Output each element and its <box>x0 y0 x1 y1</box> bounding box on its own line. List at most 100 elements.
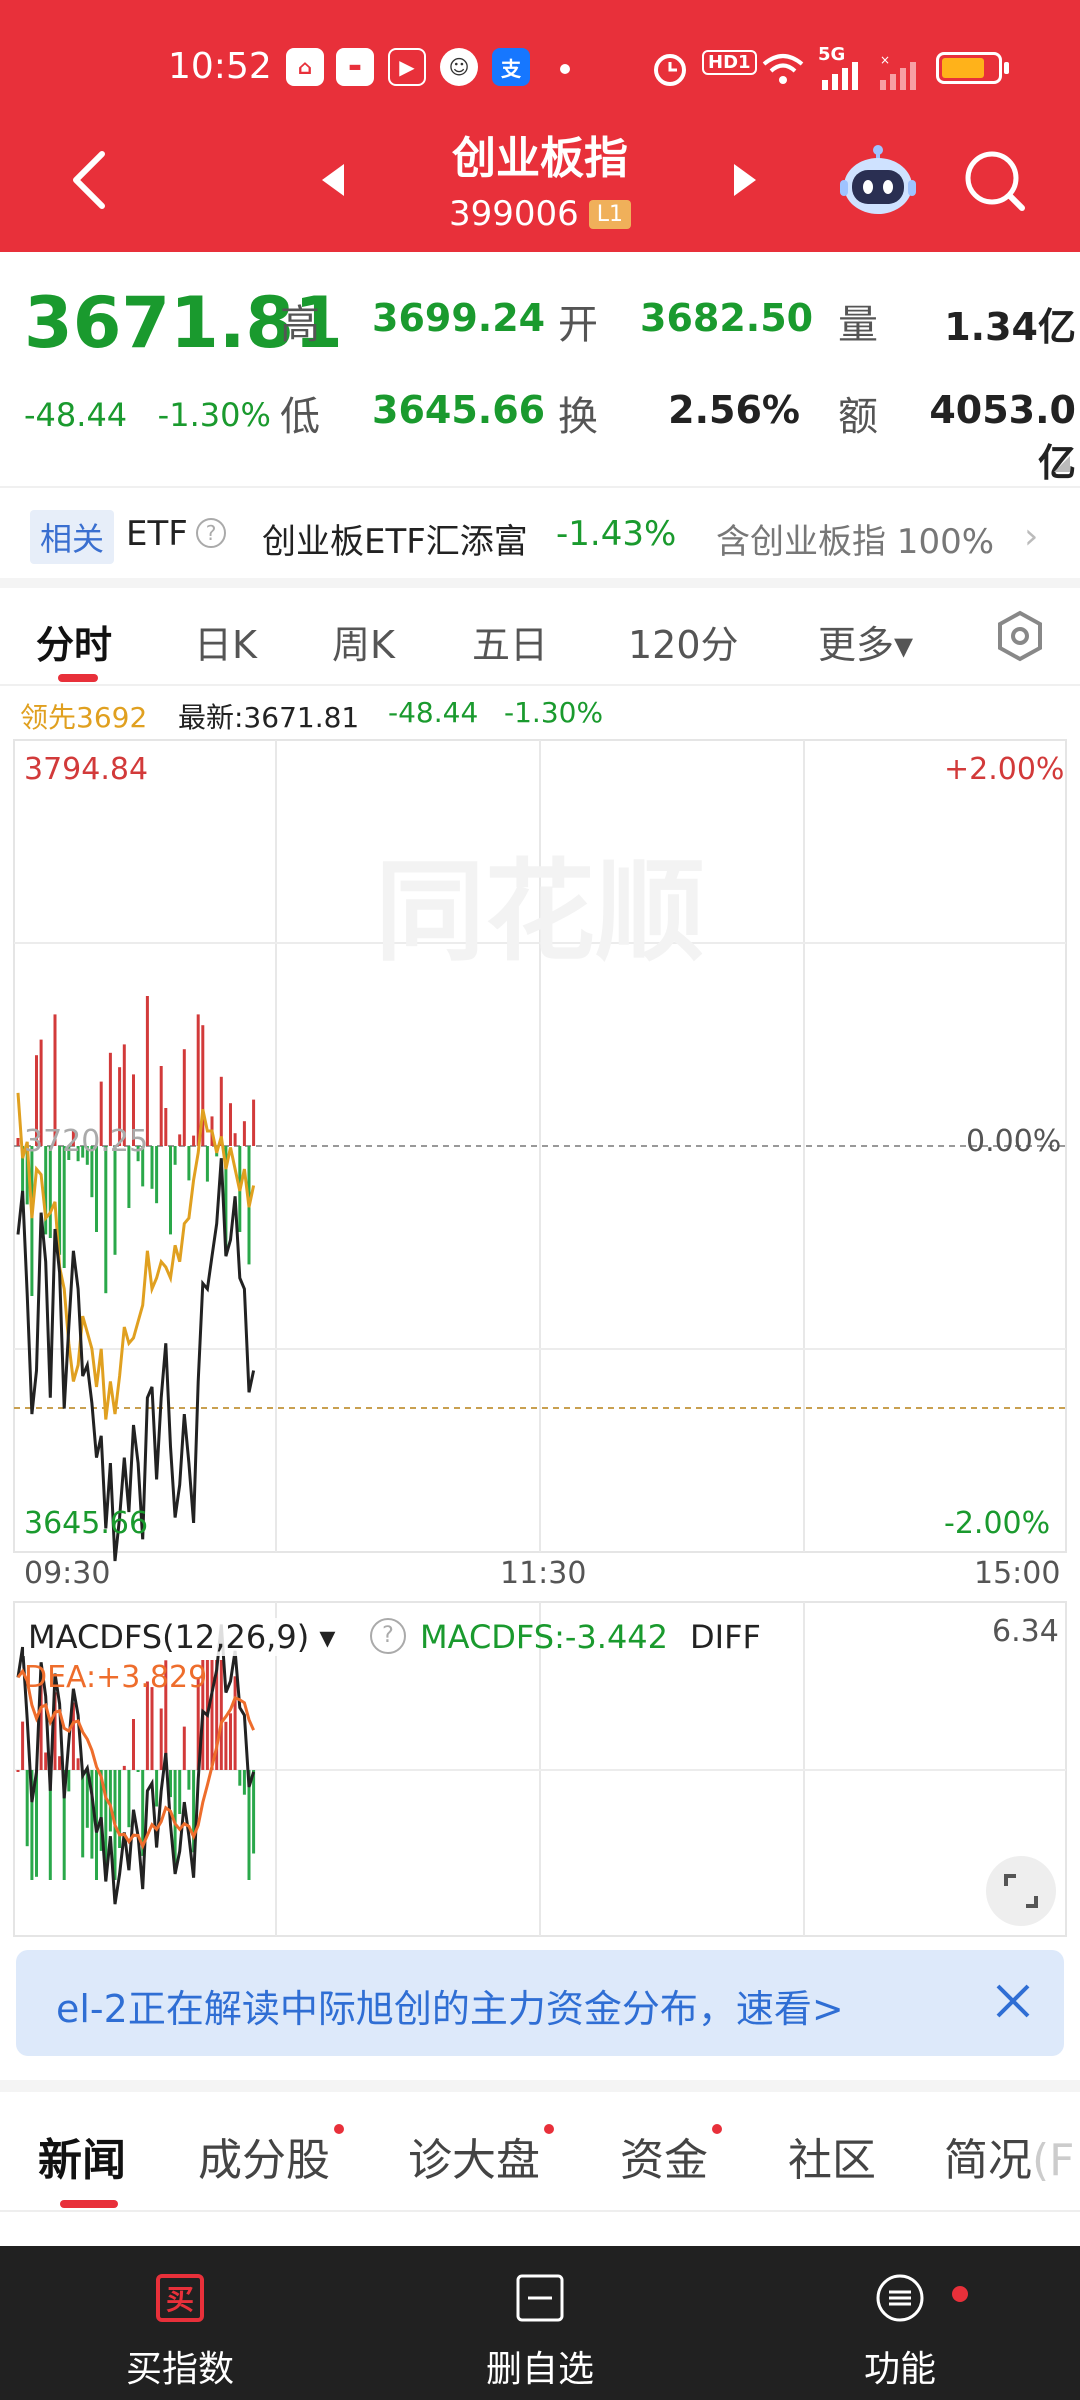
volume-bar <box>192 1135 196 1146</box>
volume-bar <box>104 1146 108 1294</box>
tab-funds-dot <box>712 2124 722 2134</box>
divider <box>0 2080 1080 2092</box>
volume-value: 1.34亿 <box>944 305 1076 349</box>
volume-bar <box>178 1134 182 1146</box>
expand-quote-corner[interactable] <box>1054 456 1070 472</box>
tab-community[interactable]: 社区 <box>788 2124 876 2188</box>
close-icon[interactable] <box>988 1976 1038 2026</box>
volume-bar <box>229 1103 232 1146</box>
page-title: 创业板指 <box>452 133 628 184</box>
macd-bar <box>67 1770 71 1792</box>
amount-value: 4053.0亿 <box>929 388 1076 485</box>
intraday-chart[interactable]: 同花顺 <box>0 730 1080 1940</box>
macd-help-icon[interactable]: ? <box>370 1618 406 1654</box>
tab-120min[interactable]: 120分 <box>628 614 739 669</box>
info-tabs: 新闻 成分股 诊大盘 资金 社区 简况(F <box>0 2092 1080 2212</box>
tab-overview[interactable]: 简况(F <box>944 2124 1074 2188</box>
macd-dea: DEA:+3.829 <box>24 1660 208 1695</box>
volume-bar <box>196 1014 200 1146</box>
buy-index-button[interactable]: 买 买指数 <box>60 2246 300 2400</box>
search-icon[interactable] <box>962 148 1028 214</box>
price-change: -48.44 -1.30% <box>24 396 271 434</box>
legend-change-pct: -1.30% <box>504 696 604 729</box>
volume-bar <box>252 1099 256 1146</box>
axis-mid-price: 3720.25 <box>24 1124 149 1159</box>
macd-bar <box>21 1721 25 1770</box>
alipay-notification-icon: 支 <box>492 48 530 86</box>
volume-bar <box>48 1146 52 1238</box>
volume-bar <box>164 1108 168 1146</box>
buy-icon: 买 <box>156 2274 204 2322</box>
axis-bottom-pct: -2.00% <box>944 1506 1051 1541</box>
macd-bar <box>150 1687 154 1770</box>
macd-bar <box>132 1719 135 1770</box>
volume-bar <box>169 1146 172 1235</box>
remove-watchlist-label: 删自选 <box>485 2349 594 2390</box>
help-icon[interactable]: ? <box>196 518 226 548</box>
wifi-icon <box>762 54 804 84</box>
battery-icon <box>936 52 1002 84</box>
next-stock-button[interactable] <box>730 160 760 200</box>
macd-bar <box>159 1708 163 1770</box>
macd-bar <box>219 1660 223 1770</box>
volume-bar <box>159 1066 163 1146</box>
macd-bar <box>178 1770 182 1814</box>
functions-button[interactable]: 功能 <box>780 2246 1020 2400</box>
open-label: 开 <box>558 302 598 348</box>
svg-text:买: 买 <box>166 2283 194 2316</box>
etf-contains: 含创业板指 100% <box>716 522 995 562</box>
volume-bar <box>205 1146 209 1182</box>
divider <box>0 578 1080 588</box>
fullscreen-icon[interactable] <box>986 1856 1056 1926</box>
volume-bar <box>187 1146 191 1181</box>
macd-bar <box>242 1770 246 1795</box>
back-button[interactable] <box>66 148 114 212</box>
axis-top-pct: +2.00% <box>944 752 1065 787</box>
high-label: 高 <box>280 302 320 348</box>
tab-intraday[interactable]: 分时 <box>36 614 112 669</box>
volume-label: 量 <box>838 302 878 348</box>
etf-label: ETF <box>126 514 188 554</box>
time-label-open: 09:30 <box>24 1556 111 1591</box>
axis-top-price: 3794.84 <box>24 752 149 787</box>
tab-news[interactable]: 新闻 <box>38 2124 126 2188</box>
chart-tabs: 分时 日K 周K 五日 120分 更多▾ <box>0 588 1080 686</box>
macd-bar <box>238 1770 242 1786</box>
change-percent: -1.30% <box>157 396 271 434</box>
tab-components[interactable]: 成分股 <box>198 2124 330 2188</box>
tab-diagnosis-dot <box>544 2124 554 2134</box>
etf-change: -1.43% <box>556 514 677 554</box>
etf-name[interactable]: 创业板ETF汇添富 <box>262 514 528 563</box>
tab-components-dot <box>334 2124 344 2134</box>
battery-tip <box>1004 62 1009 74</box>
volume-bar <box>30 1146 34 1296</box>
volume-bar <box>16 1138 20 1146</box>
volume-bar <box>233 1133 237 1146</box>
chart-settings-icon[interactable] <box>994 610 1046 662</box>
tab-five-day[interactable]: 五日 <box>472 614 548 669</box>
remove-watchlist-button[interactable]: 删自选 <box>420 2246 660 2400</box>
volume-bar <box>113 1146 117 1255</box>
tab-funds[interactable]: 资金 <box>620 2124 708 2188</box>
remove-watchlist-icon <box>516 2274 564 2322</box>
level2-banner[interactable]: el-2正在解读中际旭创的主力资金分布，速看> <box>16 1950 1064 2056</box>
chevron-right-icon[interactable]: › <box>1024 516 1038 557</box>
status-bar: 10:52 ⌂ ▬ ▶ ☺ 支 HD1 5G × <box>0 42 1080 102</box>
volume-bar <box>242 1121 246 1146</box>
video-notification-icon: ▶ <box>388 48 426 86</box>
macd-bar <box>25 1770 29 1847</box>
tab-diagnosis[interactable]: 诊大盘 <box>408 2124 540 2188</box>
change-value: -48.44 <box>24 396 128 434</box>
svg-text:×: × <box>880 54 890 67</box>
macd-indicator-select[interactable]: MACDFS(12,26,9) ▾ <box>24 1618 340 1656</box>
related-etf-row[interactable]: 相关 ETF ? 创业板ETF汇添富 -1.43% 含创业板指 100% › <box>0 486 1080 578</box>
tab-more[interactable]: 更多▾ <box>818 614 913 669</box>
legend-change: -48.44 <box>388 696 479 729</box>
banner-text: el-2正在解读中际旭创的主力资金分布，速看> <box>56 1987 844 2031</box>
volume-bar <box>155 1146 159 1204</box>
signal-icon-2: × <box>880 54 916 90</box>
tab-weekly-k[interactable]: 周K <box>332 614 395 669</box>
tab-daily-k[interactable]: 日K <box>194 614 257 669</box>
signal-icon-1 <box>822 62 858 90</box>
ai-assistant-icon[interactable] <box>838 142 918 218</box>
